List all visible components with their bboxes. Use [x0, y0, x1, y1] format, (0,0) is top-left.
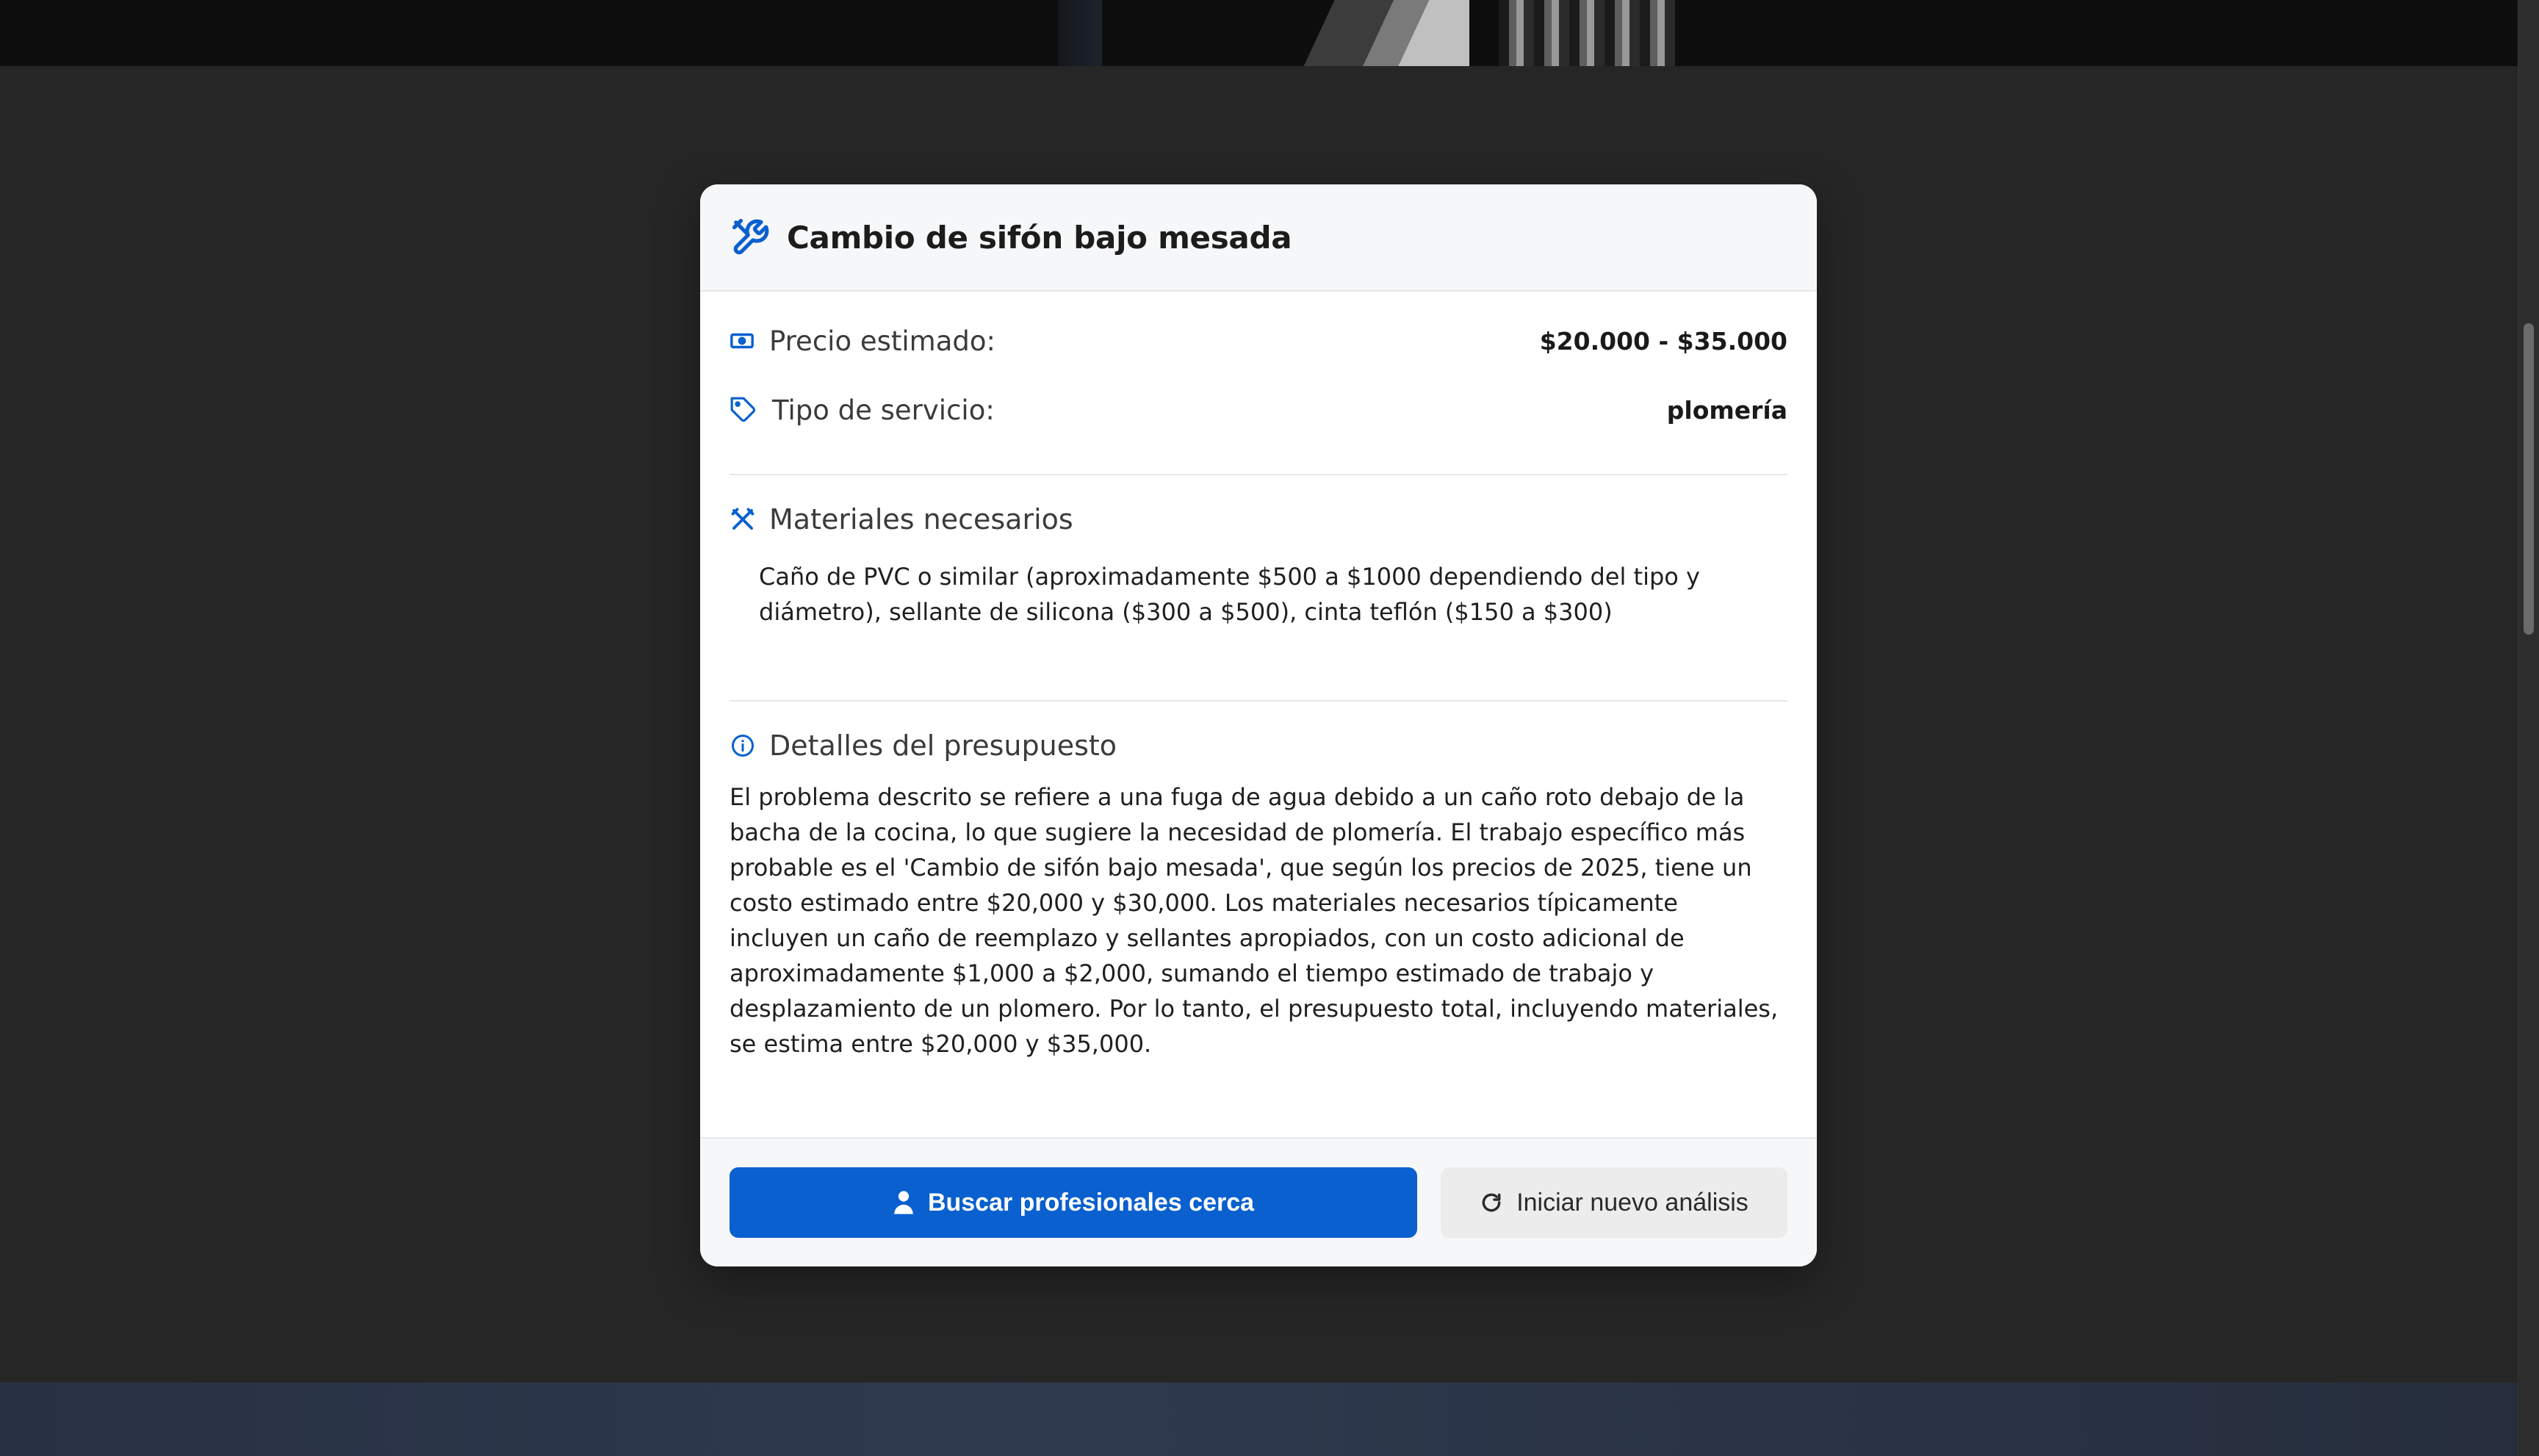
price-value: $20.000 - $35.000: [1539, 326, 1787, 356]
modal-body: Precio estimado: $20.000 - $35.000 Tipo …: [700, 306, 1817, 1062]
info-icon: [730, 732, 756, 759]
money-icon: [730, 328, 755, 353]
modal-title: Cambio de sifón bajo mesada: [787, 219, 1292, 256]
service-type-row: Tipo de servicio: plomería: [730, 375, 1787, 444]
new-analysis-button[interactable]: Iniciar nuevo análisis: [1441, 1167, 1787, 1238]
page: Cambio de sifón bajo mesada Precio estim…: [0, 0, 2539, 1456]
divider: [730, 474, 1787, 475]
service-type-label: Tipo de servicio:: [772, 394, 995, 426]
tag-icon: [730, 396, 757, 424]
divider: [730, 700, 1787, 702]
price-label: Precio estimado:: [769, 325, 995, 357]
result-modal: Cambio de sifón bajo mesada Precio estim…: [700, 184, 1817, 1266]
footer-band: [0, 1383, 2518, 1456]
materials-title: Materiales necesarios: [769, 503, 1073, 536]
modal-header: Cambio de sifón bajo mesada: [700, 184, 1817, 292]
refresh-icon: [1480, 1191, 1503, 1214]
tools-icon: [731, 217, 771, 257]
new-analysis-label: Iniciar nuevo análisis: [1516, 1188, 1749, 1217]
price-row: Precio estimado: $20.000 - $35.000: [730, 306, 1787, 375]
wrench-cross-icon: [730, 506, 756, 533]
details-header: Detalles del presupuesto: [730, 729, 1787, 762]
materials-text: Caño de PVC o similar (aproximadamente $…: [759, 563, 1700, 626]
scrollbar[interactable]: [2518, 0, 2539, 1456]
materials-header: Materiales necesarios: [730, 503, 1787, 536]
modal-footer: Buscar profesionales cerca Iniciar nuevo…: [700, 1137, 1817, 1266]
details-title: Detalles del presupuesto: [769, 729, 1117, 762]
search-professionals-button[interactable]: Buscar profesionales cerca: [730, 1167, 1417, 1238]
details-text: El problema descrito se refiere a una fu…: [730, 783, 1779, 1058]
scrollbar-thumb[interactable]: [2524, 323, 2534, 635]
service-type-value: plomería: [1666, 395, 1787, 425]
hero-image-strip: [0, 0, 2518, 66]
user-icon: [893, 1190, 915, 1215]
search-professionals-label: Buscar profesionales cerca: [927, 1188, 1255, 1217]
